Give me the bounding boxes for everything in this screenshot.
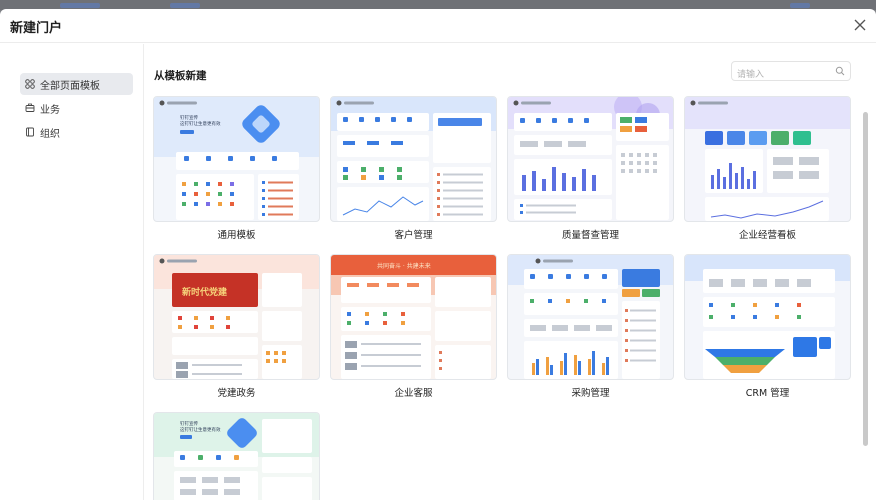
template-card-customer[interactable]: 客户管理 (330, 96, 497, 222)
backdrop-blip (60, 3, 100, 8)
book-icon (25, 127, 35, 137)
template-card-label: 通用模板 (153, 227, 320, 241)
template-card-party[interactable]: 新时代党建 (153, 254, 320, 380)
dialog-header: 新建门户 (0, 9, 876, 43)
template-preview: 钉钉宣传 这钉钉让生意更有效 (154, 97, 320, 222)
section-title: 从模板新建 (154, 68, 207, 83)
template-thumbnail (684, 96, 851, 222)
template-card-quality[interactable]: 质量督查管理 (507, 96, 674, 222)
briefcase-icon (25, 103, 35, 113)
search-icon[interactable] (835, 66, 845, 76)
hero-title: 钉钉宣传 (180, 420, 198, 427)
template-thumbnail (507, 96, 674, 222)
template-card-dashboard[interactable]: 企业经营看板 (684, 96, 851, 222)
hero-subtitle: 这钉钉让生意更有效 (180, 120, 221, 127)
template-preview: 共同奋斗 · 共建未来 (331, 255, 497, 380)
template-card-label: 党建政务 (153, 385, 320, 399)
template-thumbnail: 共同奋斗 · 共建未来 (330, 254, 497, 380)
template-card-label: 企业客服 (330, 385, 497, 399)
template-card-purchase[interactable]: 采购管理 (507, 254, 674, 380)
template-preview (508, 255, 674, 380)
template-preview (508, 97, 674, 222)
template-card-label: 质量督查管理 (507, 227, 674, 241)
sidebar-item-all-templates[interactable]: 全部页面模板 (20, 73, 133, 95)
template-category-sidebar: 全部页面模板 业务 组织 (0, 44, 144, 500)
search-box[interactable] (731, 61, 851, 81)
search-input[interactable] (737, 66, 831, 84)
party-banner-text: 新时代党建 (182, 286, 228, 298)
template-preview (331, 97, 497, 222)
sidebar-item-label: 组织 (40, 125, 60, 140)
template-preview (685, 97, 851, 222)
sidebar-item-label: 全部页面模板 (40, 77, 100, 92)
template-card-general[interactable]: 钉钉宣传 这钉钉让生意更有效 (153, 96, 320, 222)
template-card-general-alt[interactable]: 钉钉宣传 这钉钉让生意更有效 (153, 412, 320, 500)
template-thumbnail: 新时代党建 (153, 254, 320, 380)
hero-title: 钉钉宣传 (180, 114, 198, 121)
hero-subtitle: 这钉钉让生意更有效 (180, 426, 221, 433)
template-preview (685, 255, 851, 380)
template-preview: 新时代党建 (154, 255, 320, 380)
sidebar-item-label: 业务 (40, 101, 60, 116)
template-card-label: CRM 管理 (684, 385, 851, 399)
dialog-title: 新建门户 (10, 17, 62, 36)
template-preview: 钉钉宣传 这钉钉让生意更有效 (154, 413, 320, 500)
sidebar-item-organization[interactable]: 组织 (20, 121, 133, 143)
grid-icon (25, 79, 35, 89)
template-card-label: 采购管理 (507, 385, 674, 399)
new-portal-dialog: 新建门户 全部页面模板 业务 (0, 9, 876, 500)
scrollbar[interactable] (863, 112, 868, 446)
backdrop-blip (790, 3, 810, 8)
template-thumbnail (684, 254, 851, 380)
template-thumbnail (507, 254, 674, 380)
backdrop-blip (170, 3, 200, 8)
template-card-label: 企业经营看板 (684, 227, 851, 241)
template-gallery: 从模板新建 钉钉宣传 这钉钉让生意更有效 (145, 44, 876, 500)
close-icon[interactable] (852, 17, 868, 33)
template-thumbnail (330, 96, 497, 222)
template-card-crm[interactable]: CRM 管理 (684, 254, 851, 380)
template-thumbnail: 钉钉宣传 这钉钉让生意更有效 (153, 96, 320, 222)
sidebar-item-business[interactable]: 业务 (20, 97, 133, 119)
template-card-service[interactable]: 共同奋斗 · 共建未来 (330, 254, 497, 380)
template-thumbnail: 钉钉宣传 这钉钉让生意更有效 (153, 412, 320, 500)
template-card-label: 客户管理 (330, 227, 497, 241)
service-banner-text: 共同奋斗 · 共建未来 (377, 262, 431, 270)
